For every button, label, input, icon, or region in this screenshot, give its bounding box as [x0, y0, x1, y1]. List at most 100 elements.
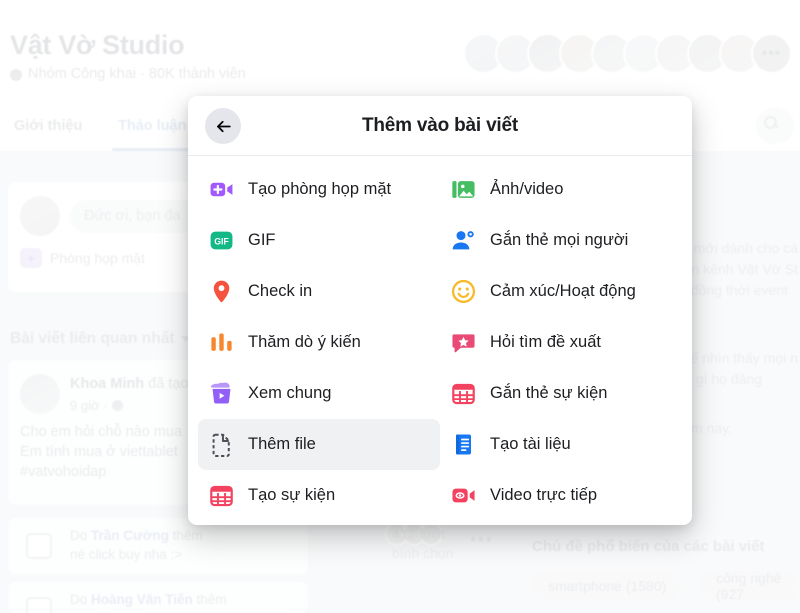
tab-gioi-thieu[interactable]: Giới thiệu: [14, 100, 82, 152]
avatar[interactable]: [20, 196, 60, 236]
menu-item-label: Xem chung: [248, 384, 332, 402]
list-item[interactable]: Do Trần Cường thêm né click buy nha :>: [8, 518, 308, 574]
row-suffix: thêm: [192, 592, 227, 607]
calendar-icon: [208, 483, 234, 509]
calendar-tag-icon: [451, 383, 475, 405]
menu-item-calendar-tag[interactable]: Gắn thẻ sự kiện: [440, 368, 682, 419]
avatar-more[interactable]: •••: [751, 33, 792, 74]
right-text-line: mới dành cho cá: [693, 240, 798, 256]
group-privacy-line: Nhóm Công khai · 80K thành viên: [10, 66, 246, 82]
menu-item-label: GIF: [248, 231, 276, 249]
menu-item-label: Check in: [248, 282, 313, 300]
post-timestamp: 9 giờ ·: [70, 398, 123, 413]
tag-people-icon: [452, 231, 474, 250]
gif-icon: GIF: [210, 231, 232, 250]
related-posts-heading[interactable]: Bài viết liên quan nhất: [10, 330, 191, 348]
menu-item-video-room[interactable]: Tạo phòng họp mặt: [198, 164, 440, 215]
file-icon: [212, 433, 230, 457]
menu-item-label: Thêm file: [248, 435, 316, 453]
dialog-title: Thêm vào bài viết: [361, 114, 519, 136]
recommend-icon: [451, 334, 475, 353]
avatar[interactable]: [20, 374, 60, 414]
globe-icon: [111, 400, 123, 411]
topic-chip[interactable]: công nghệ (927: [700, 570, 800, 602]
globe-icon: [10, 69, 22, 81]
emoji-smile-icon: [451, 279, 475, 304]
video-room-icon: [210, 182, 232, 197]
menu-item-file[interactable]: Thêm file: [198, 419, 440, 470]
app-root: Vật Vờ Studio Nhóm Công khai · 80K thành…: [0, 0, 800, 613]
active-tab-underline: [112, 148, 198, 151]
photo-video-icon: [450, 177, 476, 203]
dialog-header: Thêm vào bài viết: [188, 96, 692, 156]
svg-text:GIF: GIF: [214, 236, 229, 246]
checkbox[interactable]: [26, 597, 52, 613]
composer-room-label: Phòng họp mặt: [50, 250, 145, 266]
popular-topics-heading: Chủ đề phổ biến của các bài viết: [532, 538, 765, 555]
list-item-text: Do Hoàng Văn Tiến thêm Hoàng Kiên: [70, 590, 304, 613]
back-button[interactable]: [205, 108, 241, 144]
row-person-name[interactable]: Trần Cường: [91, 528, 169, 543]
list-item[interactable]: Do Hoàng Văn Tiến thêm Hoàng Kiên: [8, 582, 308, 613]
row-prefix: Do: [70, 528, 92, 543]
menu-item-photo-video[interactable]: Ảnh/video: [440, 164, 682, 215]
menu-item-label: Tạo sự kiện: [248, 486, 336, 504]
menu-item-label: Ảnh/video: [490, 180, 564, 198]
menu-item-gif[interactable]: GIF GIF: [198, 215, 440, 266]
right-text-line: ể nhìn thấy mọi n: [690, 350, 798, 366]
menu-item-label: Thăm dò ý kiến: [248, 333, 361, 351]
poll-count-line1: 412 lượt: [392, 526, 445, 542]
member-avatar-stack[interactable]: •••: [463, 33, 792, 74]
group-header: Vật Vờ Studio Nhóm Công khai · 80K thành…: [0, 0, 800, 100]
right-text-line: n kênh Vật Vờ St: [691, 261, 798, 277]
tag-people-icon: [450, 228, 476, 254]
row-prefix: Do: [70, 592, 92, 607]
gif-icon: GIF: [208, 228, 234, 254]
menu-item-label: Cảm xúc/Hoạt động: [490, 282, 636, 300]
row-person-name[interactable]: Hoàng Văn Tiến: [91, 592, 193, 607]
right-text-line: đồng thời event: [690, 282, 788, 298]
menu-item-emoji-smile[interactable]: Cảm xúc/Hoạt động: [440, 266, 682, 317]
menu-item-recommend[interactable]: Hỏi tìm đề xuất: [440, 317, 682, 368]
checkbox[interactable]: [26, 533, 52, 559]
post-author-line: Khoa Minh đã tạo: [70, 376, 188, 392]
poll-count-line2: bình chọn: [392, 545, 454, 561]
menu-item-live-video[interactable]: Video trực tiếp: [440, 470, 682, 521]
menu-item-label: Hỏi tìm đề xuất: [490, 333, 601, 351]
menu-item-label: Gắn thẻ sự kiện: [490, 384, 608, 402]
menu-item-location-pin[interactable]: Check in: [198, 266, 440, 317]
poll-bars-icon: [208, 330, 234, 356]
post-time-text: 9 giờ: [70, 398, 100, 413]
tab-thao-luan[interactable]: Thảo luận: [118, 100, 186, 152]
list-item-text: Do Trần Cường thêm né click buy nha :>: [70, 526, 304, 564]
poll-bars-icon: [210, 333, 232, 351]
menu-item-label: Gắn thẻ mọi người: [490, 231, 629, 249]
video-room-icon: [208, 177, 234, 203]
menu-item-tag-people[interactable]: Gắn thẻ mọi người: [440, 215, 682, 266]
recommend-icon: [450, 330, 476, 356]
search-icon: [764, 116, 777, 129]
menu-item-document[interactable]: Tạo tài liệu: [440, 419, 682, 470]
add-to-post-menu: Tạo phòng họp mặt Ảnh/video GIF GIF Gắn thẻ …: [198, 164, 682, 521]
file-icon: [208, 432, 234, 458]
live-video-icon: [451, 488, 475, 503]
menu-item-watch-party[interactable]: Xem chung: [198, 368, 440, 419]
live-video-icon: [450, 483, 476, 509]
poll-vote-count: 412 lượt bình chọn: [392, 525, 512, 563]
post-author-name[interactable]: Khoa Minh: [70, 376, 144, 392]
location-pin-icon: [208, 279, 234, 305]
menu-item-calendar[interactable]: Tạo sự kiện: [198, 470, 440, 521]
topic-chip[interactable]: smartphone (1580): [532, 570, 683, 602]
menu-item-poll-bars[interactable]: Thăm dò ý kiến: [198, 317, 440, 368]
group-privacy-text: Nhóm Công khai · 80K thành viên: [28, 66, 246, 82]
row-second-line: né click buy nha :>: [70, 547, 183, 562]
related-posts-title: Bài viết liên quan nhất: [10, 330, 175, 347]
menu-item-label: Tạo tài liệu: [490, 435, 571, 453]
search-button[interactable]: [756, 108, 794, 144]
calendar-icon: [209, 485, 233, 507]
emoji-smile-icon: [450, 279, 476, 305]
post-author-suffix: đã tạo: [144, 376, 189, 392]
watch-party-icon: [208, 381, 234, 407]
row-suffix: thêm: [168, 528, 203, 543]
composer-room-button[interactable]: + Phòng họp mặt: [20, 248, 145, 268]
